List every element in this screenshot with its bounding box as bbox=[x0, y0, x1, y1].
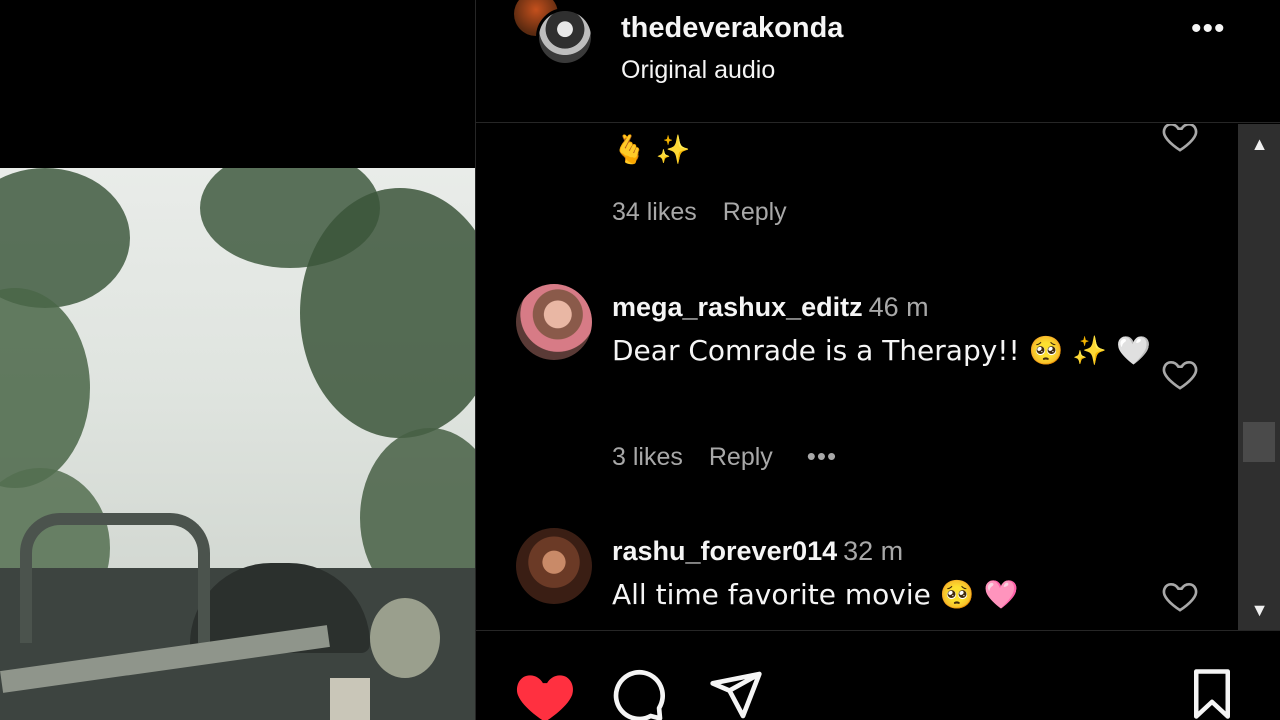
scroll-down-button[interactable]: ▼ bbox=[1238, 590, 1280, 630]
comment-text: 🫰 ✨ bbox=[612, 133, 691, 166]
commenter-avatar[interactable] bbox=[516, 528, 592, 604]
heart-outline-icon[interactable] bbox=[1160, 354, 1200, 394]
more-options-icon[interactable]: ••• bbox=[1191, 12, 1226, 46]
comment-time[interactable]: 46 m bbox=[869, 292, 929, 322]
comment-text: All time favorite movie 🥺 🩷 bbox=[612, 578, 1019, 611]
comment-likes[interactable]: 34 likes bbox=[612, 198, 697, 226]
action-bar bbox=[476, 630, 1280, 720]
heart-filled-icon[interactable] bbox=[514, 667, 576, 720]
profile-avatar bbox=[536, 8, 594, 66]
heart-outline-icon[interactable] bbox=[1160, 124, 1200, 156]
comments-scrollbar[interactable]: ▲ ▼ bbox=[1238, 124, 1280, 630]
author-avatar[interactable] bbox=[514, 0, 598, 70]
media-frame bbox=[0, 168, 475, 720]
heart-outline-icon[interactable] bbox=[1160, 576, 1200, 616]
comments-list: 🫰 ✨ 34 likes Reply mega_rashux_editz 46 m … bbox=[476, 124, 1238, 630]
comment-username[interactable]: rashu_forever014 bbox=[612, 536, 837, 566]
commenter-avatar[interactable] bbox=[516, 284, 592, 360]
comment-username[interactable]: mega_rashux_editz bbox=[612, 292, 863, 322]
send-icon[interactable] bbox=[708, 667, 764, 720]
media-letterbox bbox=[0, 0, 475, 168]
comment-meta: 34 likes Reply bbox=[612, 198, 813, 227]
reply-button[interactable]: Reply bbox=[723, 198, 787, 226]
post-panel: thedeverakonda Original audio ••• 🫰 ✨ 34… bbox=[475, 0, 1280, 720]
comment-text: Dear Comrade is a Therapy!! 🥺 ✨ 🤍 bbox=[612, 334, 1152, 367]
comment-time[interactable]: 32 m bbox=[843, 536, 903, 566]
post-header: thedeverakonda Original audio ••• bbox=[476, 0, 1280, 123]
comment-likes[interactable]: 3 likes bbox=[612, 443, 683, 471]
bookmark-icon[interactable] bbox=[1188, 667, 1236, 720]
author-username[interactable]: thedeverakonda bbox=[621, 12, 843, 45]
comment-meta: 3 likes Reply ••• bbox=[612, 441, 863, 472]
reply-button[interactable]: Reply bbox=[709, 443, 773, 471]
scroll-thumb[interactable] bbox=[1243, 422, 1275, 462]
comment-more-icon[interactable]: ••• bbox=[807, 441, 837, 471]
scroll-up-button[interactable]: ▲ bbox=[1238, 124, 1280, 164]
post-media[interactable] bbox=[0, 0, 475, 720]
audio-link[interactable]: Original audio bbox=[621, 56, 775, 85]
comment-icon[interactable] bbox=[611, 667, 667, 720]
